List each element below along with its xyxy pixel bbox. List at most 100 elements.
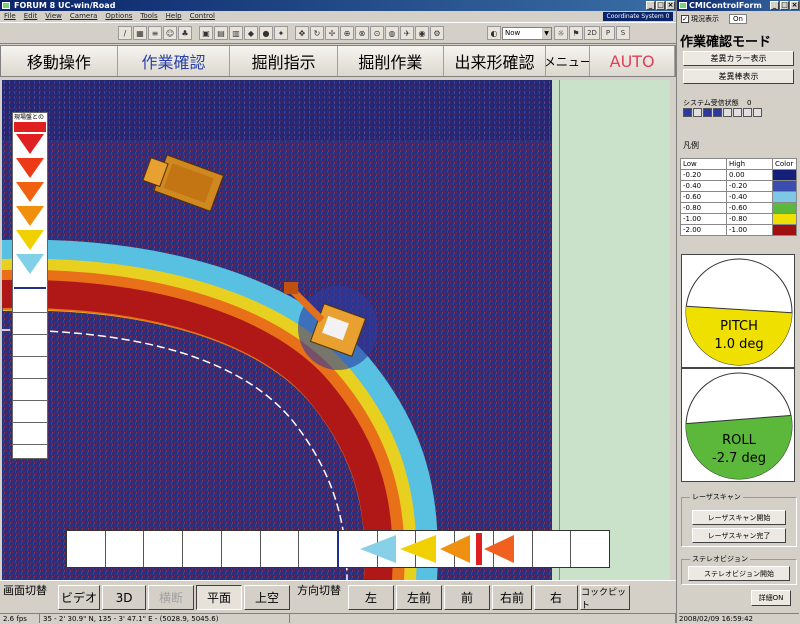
- legend-triangle-cyan: [16, 254, 44, 274]
- time-select[interactable]: Now ▼: [502, 26, 552, 40]
- control-panel: CMIControlForm _ □ × ✓ 現況表示 On 作業確認モード 差…: [676, 0, 800, 623]
- light-tool-icon[interactable]: ✦: [274, 26, 288, 40]
- person-tool-icon[interactable]: ☺: [163, 26, 177, 40]
- mode-title: 作業確認モード: [680, 35, 772, 50]
- laser-scan-start-button[interactable]: レーザスキャン開始: [692, 510, 786, 525]
- time-icon[interactable]: ◐: [487, 26, 501, 40]
- mode-bar: 移動操作 作業確認 掘削指示 掘削作業 出来形確認 メニュー AUTO: [0, 45, 676, 77]
- mode-auto[interactable]: AUTO: [590, 46, 676, 76]
- screen-3d-button[interactable]: 3D: [102, 585, 146, 610]
- walk-tool-icon[interactable]: ⊙: [370, 26, 384, 40]
- scene-view[interactable]: [2, 80, 559, 580]
- mode-work-confirm[interactable]: 作業確認: [117, 46, 231, 76]
- mode-finished-shape-check[interactable]: 出来形確認: [443, 46, 547, 76]
- legend-triangle-red: [16, 134, 44, 154]
- direction-front-left-button[interactable]: 左前: [396, 585, 442, 610]
- current-display-toggle[interactable]: On: [729, 14, 747, 24]
- coordinate-readout: 35 - 2' 30.9" N, 135 - 3' 47.1" E - (502…: [40, 614, 290, 623]
- weather-icon[interactable]: ☼: [554, 26, 568, 40]
- direction-front-right-button[interactable]: 右前: [492, 585, 532, 610]
- menu-view[interactable]: View: [45, 11, 62, 22]
- legend-triangles: [16, 134, 44, 274]
- panel-minimize-button[interactable]: _: [770, 1, 779, 10]
- menu-camera[interactable]: Camera: [70, 11, 97, 22]
- maximize-button[interactable]: □: [656, 1, 665, 10]
- screen-cross-section-button[interactable]: 横断: [148, 585, 194, 610]
- screen-plan-button[interactable]: 平面: [196, 585, 242, 610]
- menu-control[interactable]: Control: [190, 11, 215, 22]
- main-title-bar: FORUM 8 UC-win/Road _ □ ×: [0, 0, 676, 11]
- menu-options[interactable]: Options: [105, 11, 132, 22]
- draw-tool-icon[interactable]: /: [118, 26, 132, 40]
- close-button[interactable]: ×: [666, 1, 675, 10]
- zoom-tool-icon[interactable]: ⊕: [340, 26, 354, 40]
- mode-menu[interactable]: メニュー: [546, 46, 591, 76]
- flag-icon[interactable]: ⚑: [569, 26, 583, 40]
- legend-row: -0.60 -0.40: [680, 191, 797, 203]
- tree-tool-icon[interactable]: ♣: [178, 26, 192, 40]
- view-2d-button[interactable]: 2D: [584, 26, 600, 40]
- stereo-vision-group-label: ステレオビジョン: [690, 554, 750, 564]
- legend-title: 現場盤との: [13, 113, 47, 122]
- arrow-cyan: [360, 535, 396, 563]
- strip-cell: [571, 531, 609, 567]
- strip-cell: [144, 531, 184, 567]
- vehicle-tool-icon[interactable]: ●: [259, 26, 273, 40]
- car-tool-icon[interactable]: ◉: [415, 26, 429, 40]
- fly-tool-icon[interactable]: ✈: [400, 26, 414, 40]
- direction-right-button[interactable]: 右: [534, 585, 578, 610]
- direction-cockpit-button[interactable]: コックピット: [580, 585, 630, 611]
- pan-tool-icon[interactable]: ✢: [325, 26, 339, 40]
- legend-row: -1.00 -0.80: [680, 213, 797, 225]
- move-tool-icon[interactable]: ✥: [295, 26, 309, 40]
- terrain-tool-icon[interactable]: ▥: [229, 26, 243, 40]
- direction-left-button[interactable]: 左: [348, 585, 394, 610]
- legend-swatch: [772, 169, 797, 181]
- legend-top-bar: [14, 122, 46, 132]
- direction-front-button[interactable]: 前: [444, 585, 490, 610]
- stereo-vision-group: ステレオビジョン ステレオビジョン開始: [681, 554, 797, 585]
- strip-cell: [299, 531, 340, 567]
- road-tool-icon[interactable]: ≡: [148, 26, 162, 40]
- legend-header-row: Low High Color: [680, 158, 797, 170]
- model-tool-icon[interactable]: ▣: [199, 26, 213, 40]
- mode-move-operation[interactable]: 移動操作: [1, 46, 118, 76]
- detail-on-button[interactable]: 詳細ON: [751, 590, 791, 606]
- screen-sky-button[interactable]: 上空: [244, 585, 290, 610]
- scene-right-edge: [552, 80, 559, 580]
- globe-tool-icon[interactable]: ◍: [385, 26, 399, 40]
- roll-value: -2.7 deg: [712, 451, 766, 466]
- diff-bar-button[interactable]: 差異棒表示: [683, 69, 794, 84]
- mode-excavation-work[interactable]: 掘削作業: [338, 46, 444, 76]
- status-led: [723, 108, 732, 117]
- object-tool-icon[interactable]: ◆: [244, 26, 258, 40]
- status-led: [743, 108, 752, 117]
- status-led: [693, 108, 702, 117]
- status-led: [733, 108, 742, 117]
- current-display-checkbox[interactable]: ✓: [681, 15, 689, 23]
- legend-blue-line: [14, 287, 46, 289]
- settings-tool-icon[interactable]: ⚙: [430, 26, 444, 40]
- strip-cell: [261, 531, 300, 567]
- minimize-button[interactable]: _: [646, 1, 655, 10]
- orbit-tool-icon[interactable]: ⊗: [355, 26, 369, 40]
- diff-color-button[interactable]: 差異カラー表示: [683, 51, 794, 66]
- laser-scan-stop-button[interactable]: レーザスキャン完了: [692, 528, 786, 543]
- view-s-button[interactable]: S: [616, 26, 630, 40]
- panel-maximize-button[interactable]: □: [780, 1, 789, 10]
- panel-close-button[interactable]: ×: [790, 1, 799, 10]
- rotate-tool-icon[interactable]: ↻: [310, 26, 324, 40]
- stereo-vision-start-button[interactable]: ステレオビジョン開始: [688, 566, 790, 581]
- strip-cell: [67, 531, 106, 567]
- mode-excavation-instruction[interactable]: 掘削指示: [230, 46, 339, 76]
- menu-edit[interactable]: Edit: [24, 11, 38, 22]
- menu-help[interactable]: Help: [166, 11, 182, 22]
- menu-tools[interactable]: Tools: [140, 11, 157, 22]
- view-p-button[interactable]: P: [601, 26, 615, 40]
- legend-swatch: [772, 191, 797, 203]
- menu-file[interactable]: File: [4, 11, 16, 22]
- building-tool-icon[interactable]: ▤: [214, 26, 228, 40]
- legend-swatch: [772, 224, 797, 236]
- grid-tool-icon[interactable]: ▦: [133, 26, 147, 40]
- screen-video-button[interactable]: ビデオ: [58, 585, 100, 610]
